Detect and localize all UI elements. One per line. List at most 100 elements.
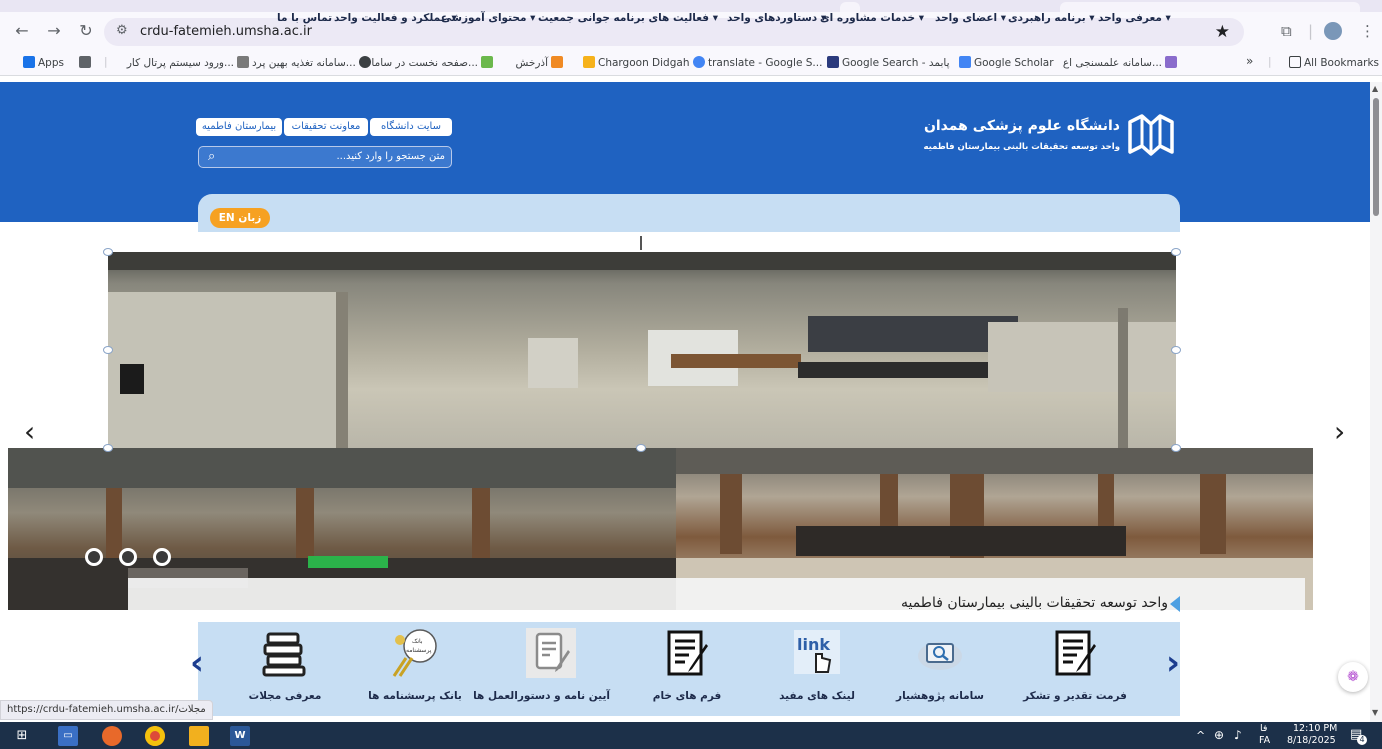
menu-performance[interactable]: ▾ عملکرد و فعالیت واحد bbox=[334, 12, 457, 24]
chrome-icon[interactable] bbox=[145, 726, 165, 746]
resize-handle[interactable] bbox=[1171, 346, 1181, 354]
nutrition-icon bbox=[358, 56, 371, 68]
inactive-tab[interactable] bbox=[1060, 2, 1360, 12]
resize-handle[interactable] bbox=[636, 444, 646, 452]
bookmark-didgah[interactable]: Chargoon Didgah bbox=[580, 56, 689, 69]
quick-links-next-icon[interactable]: › bbox=[1166, 646, 1180, 680]
bookmark-grid[interactable] bbox=[76, 56, 94, 69]
menu-members[interactable]: ▾ اعضای واحد bbox=[935, 12, 1006, 24]
volume-icon[interactable]: ♪ bbox=[1234, 728, 1242, 742]
resize-handle[interactable] bbox=[1171, 444, 1181, 452]
slider-dot[interactable] bbox=[85, 548, 103, 566]
quick-links-prev-icon[interactable]: ‹ bbox=[190, 646, 204, 680]
quick-link-journals[interactable]: معرفی مجلات bbox=[226, 628, 344, 712]
bookmark-translate[interactable]: translate - Google S... bbox=[690, 56, 822, 69]
profile-avatar[interactable] bbox=[1324, 22, 1342, 40]
homepage-icon bbox=[481, 56, 493, 68]
search-icon[interactable]: ⌕ bbox=[208, 149, 215, 164]
rotate-handle[interactable] bbox=[640, 236, 642, 250]
forward-icon[interactable]: → bbox=[44, 21, 64, 41]
elmsanji-icon bbox=[1165, 56, 1177, 68]
azarakhsh-icon bbox=[551, 56, 563, 68]
bookmark-elmsanji[interactable]: سامانه علمسنجی اع... bbox=[1054, 56, 1180, 69]
link-research-deputy[interactable]: معاونت تحقیقات bbox=[284, 118, 368, 136]
scrollbar-thumb[interactable] bbox=[1373, 98, 1379, 216]
menu-kebab-icon[interactable]: ⋮ bbox=[1360, 21, 1375, 41]
taskbar: ⊞ ▭ W ^ ⊕ ♪ فا FA 12:10 PM 8/18/2025 ▤ 4 bbox=[0, 722, 1382, 749]
menu-about[interactable]: ▾ معرفی واحد bbox=[1098, 12, 1171, 24]
slider-prev-icon[interactable]: ‹ bbox=[24, 418, 35, 446]
scroll-down-icon[interactable]: ▼ bbox=[1372, 708, 1378, 717]
quick-link-label: فرم های خام bbox=[652, 690, 722, 702]
svg-text:link: link bbox=[797, 635, 830, 654]
quick-link-useful-links[interactable]: link لینک های مفید bbox=[758, 628, 876, 712]
resize-handle[interactable] bbox=[103, 346, 113, 354]
quick-link-questionnaire-bank[interactable]: بانک پرسشنامه بانک پرسشنامه ها bbox=[356, 628, 474, 712]
extensions-icon[interactable]: ⧉ bbox=[1281, 21, 1292, 41]
link-fatemieh-hospital[interactable]: بیمارستان فاطمیه bbox=[196, 118, 282, 136]
scroll-up-icon[interactable]: ▲ bbox=[1372, 84, 1378, 93]
quick-link-label: فرمت تقدیر و تشکر bbox=[1023, 690, 1127, 702]
search-input[interactable]: متن جستجو را وارد کنید... ⌕ bbox=[198, 146, 452, 168]
firefox-icon[interactable] bbox=[102, 726, 122, 746]
tab-edge[interactable] bbox=[840, 2, 860, 12]
menu-achievements[interactable]: ▾ دستاوردهای واحد bbox=[727, 12, 826, 24]
clock-date[interactable]: 8/18/2025 bbox=[1287, 735, 1336, 746]
bookmark-azarakhsh[interactable]: آذرخش bbox=[496, 56, 566, 69]
bookmark-scholar[interactable]: Google Scholar bbox=[956, 56, 1054, 69]
slider-next-icon[interactable]: › bbox=[1334, 418, 1345, 446]
clock-time[interactable]: 12:10 PM bbox=[1293, 723, 1337, 734]
language-indicator[interactable]: FA bbox=[1259, 735, 1270, 746]
file-explorer-icon[interactable]: ▭ bbox=[58, 726, 78, 746]
site-title[interactable]: دانشگاه علوم پزشکی همدان bbox=[900, 118, 1120, 134]
language-button[interactable]: زبان EN bbox=[210, 208, 270, 228]
resize-handle[interactable] bbox=[1171, 248, 1181, 256]
resize-handle[interactable] bbox=[103, 248, 113, 256]
quick-link-pajooheshyar[interactable]: سامانه پژوهشیار bbox=[881, 628, 999, 712]
menu-youth-program[interactable]: ▾ فعالیت های برنامه جوانی جمعیت bbox=[538, 12, 718, 24]
folder-icon bbox=[1289, 56, 1301, 68]
bookmark-apps[interactable]: Apps bbox=[20, 56, 64, 69]
word-icon[interactable]: W bbox=[230, 726, 250, 746]
slider-dot[interactable] bbox=[153, 548, 171, 566]
bookmark-nutrition[interactable]: سامانه تغذیه بهین پرد... bbox=[252, 56, 371, 69]
reload-icon[interactable]: ↻ bbox=[76, 21, 96, 41]
resize-handle[interactable] bbox=[103, 444, 113, 452]
document-pen-icon bbox=[1055, 630, 1096, 676]
quick-link-regulations[interactable]: آیین نامه و دستورالعمل ها bbox=[473, 628, 610, 712]
quick-link-appreciation[interactable]: فرمت تقدیر و تشکر bbox=[1016, 628, 1134, 712]
menu-strategic-plan[interactable]: ▾ برنامه راهبردی bbox=[1008, 12, 1095, 24]
form-pen-icon bbox=[667, 630, 708, 676]
address-url[interactable]: crdu-fatemieh.umsha.ac.ir bbox=[140, 24, 312, 39]
page-scrollbar[interactable]: ▲ ▼ bbox=[1370, 82, 1382, 722]
university-logo[interactable] bbox=[1126, 112, 1176, 158]
link-university-site[interactable]: سایت دانشگاه bbox=[370, 118, 452, 136]
tray-chevron-icon[interactable]: ^ bbox=[1196, 729, 1205, 742]
slide-photo-lobby bbox=[108, 252, 1176, 448]
main-menu bbox=[198, 194, 1180, 232]
bookmark-star-icon[interactable]: ★ bbox=[1215, 22, 1230, 42]
network-icon[interactable]: ⊕ bbox=[1214, 728, 1224, 742]
quick-link-label: لینک های مفید bbox=[779, 690, 855, 702]
language-indicator-top[interactable]: فا bbox=[1260, 723, 1267, 734]
bookmark-portal[interactable]: ورود سیستم پرتال کار... bbox=[118, 56, 252, 69]
bookmarks-overflow-icon[interactable]: » bbox=[1246, 54, 1253, 68]
menu-contact[interactable]: تماس با ما bbox=[277, 12, 332, 24]
toolbar-divider: | bbox=[1308, 22, 1314, 40]
grid-icon bbox=[79, 56, 91, 68]
bookmark-pubmed[interactable]: Google Search - پابمد bbox=[824, 56, 950, 69]
back-icon[interactable]: ← bbox=[12, 21, 32, 41]
notification-badge: 4 bbox=[1357, 735, 1367, 745]
all-bookmarks[interactable]: All Bookmarks bbox=[1286, 56, 1379, 69]
sticky-notes-icon[interactable] bbox=[189, 726, 209, 746]
bookmark-homepage[interactable]: صفحه نخست در ساما... bbox=[370, 56, 496, 69]
quick-link-label: بانک پرسشنامه ها bbox=[368, 690, 462, 702]
floating-widget-icon[interactable]: ❁ bbox=[1338, 662, 1368, 692]
windows-start-icon[interactable]: ⊞ bbox=[12, 726, 32, 746]
menu-consulting[interactable]: ▾ خدمات مشاوره ای bbox=[820, 12, 924, 24]
slider-dot[interactable] bbox=[119, 548, 137, 566]
quick-link-label: سامانه پژوهشیار bbox=[896, 690, 984, 702]
caption-arrow-icon bbox=[1170, 596, 1180, 612]
site-info-icon[interactable]: ⚙ bbox=[116, 23, 128, 38]
quick-link-raw-forms[interactable]: فرم های خام bbox=[628, 628, 746, 712]
